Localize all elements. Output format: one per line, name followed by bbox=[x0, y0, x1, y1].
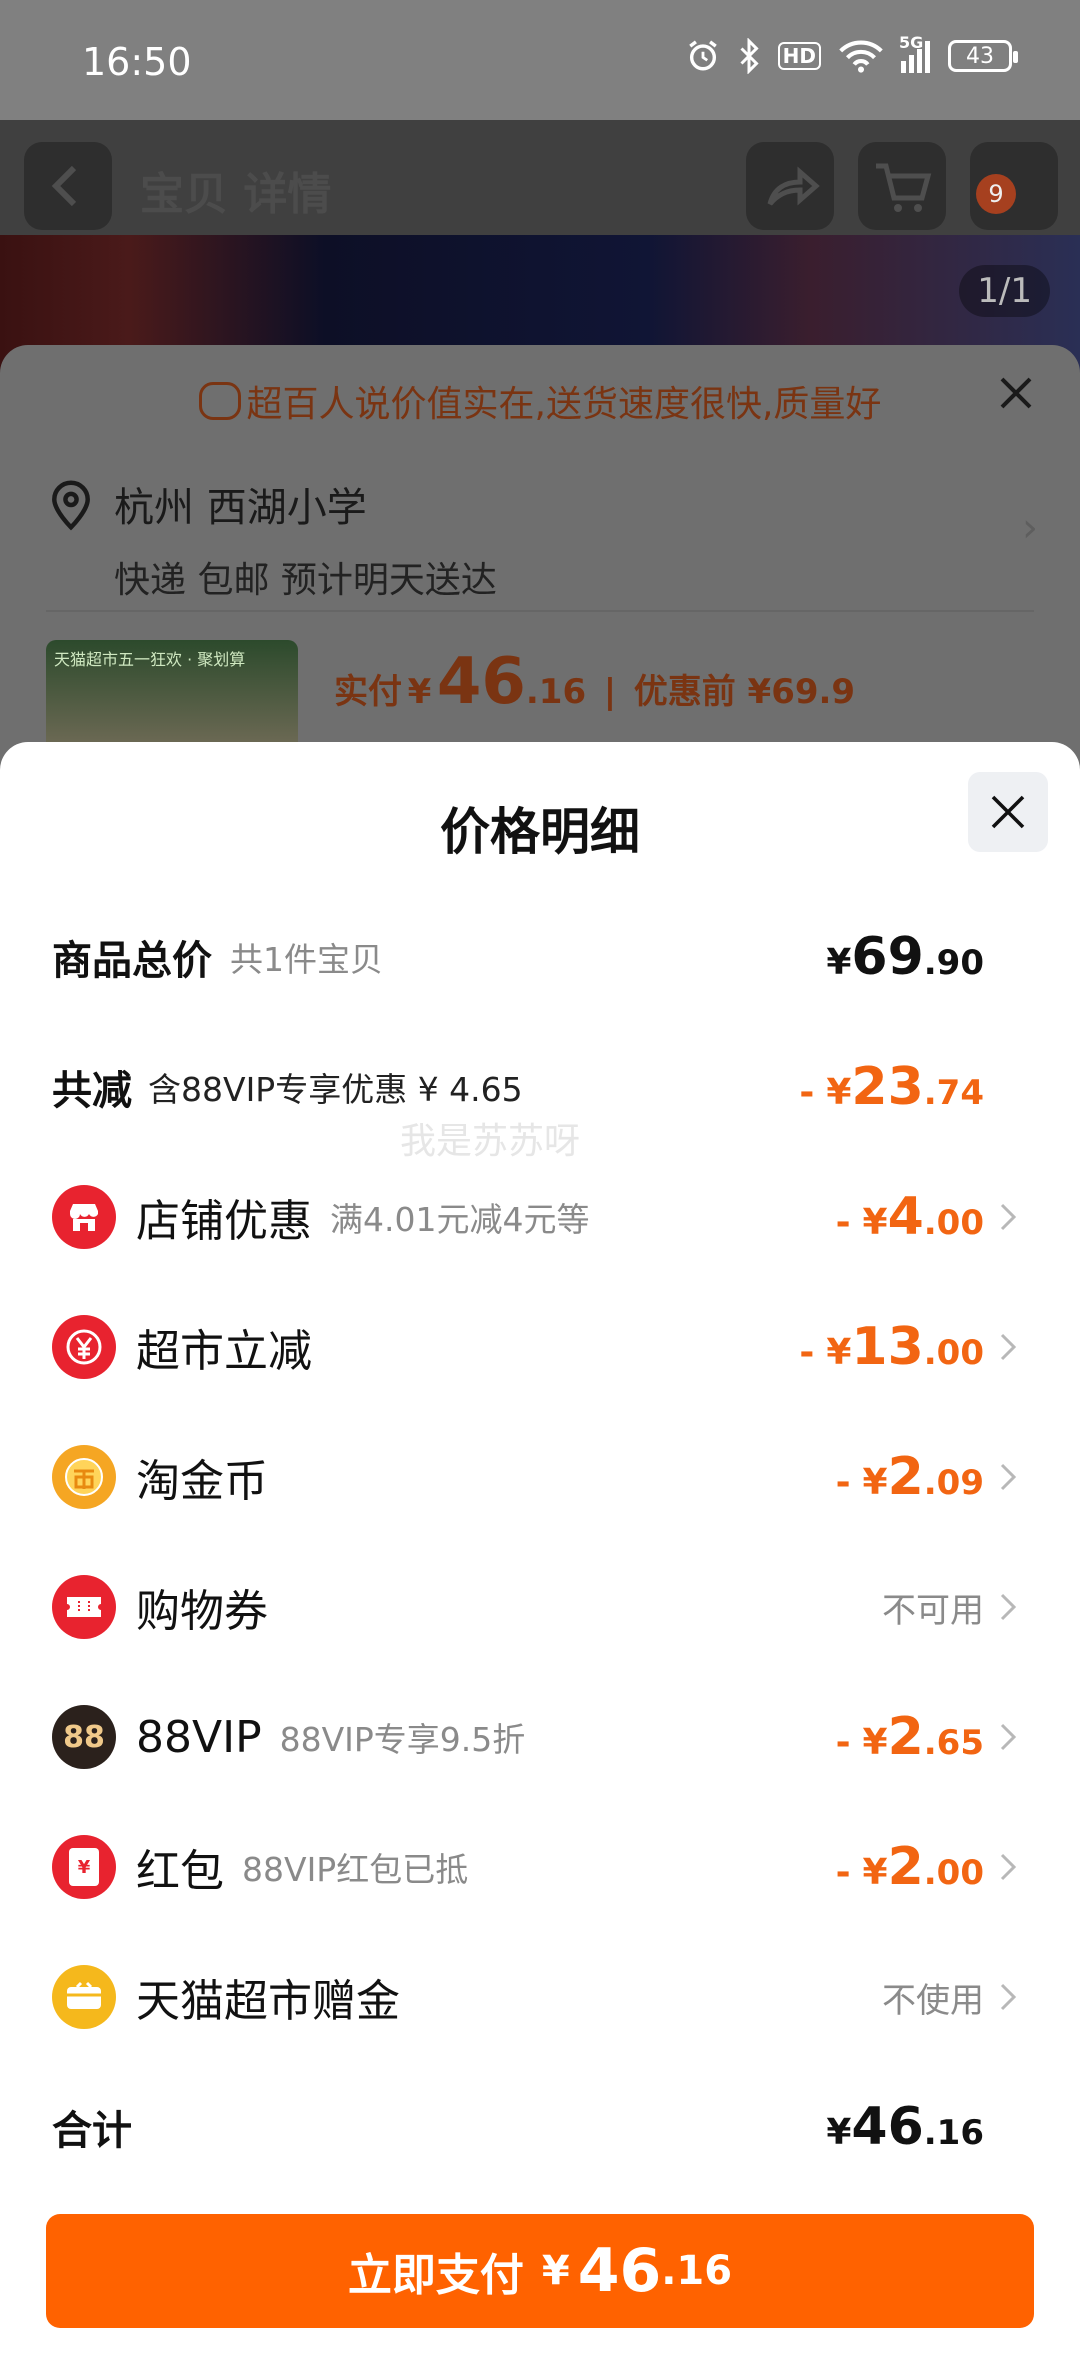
address-line: 杭州 西湖小学 bbox=[114, 485, 367, 531]
chevron-right-icon bbox=[1000, 1853, 1017, 1881]
row-sum: 合计 ¥46.16 bbox=[0, 2082, 1080, 2172]
back-button[interactable] bbox=[24, 142, 112, 230]
background-price: 实付 ¥ 46.16 | 优惠前 ¥69.9 bbox=[334, 645, 856, 719]
image-pager: 1/1 bbox=[959, 265, 1050, 317]
shopping-voucher-status: 不可用 bbox=[882, 1590, 984, 1631]
price-detail-sheet: 价格明细 我是苏苏呀 商品总价 共1件宝贝 ¥69.90 共减 含88VIP专享… bbox=[0, 742, 1080, 2376]
total-goods-amount: ¥69.90 bbox=[826, 927, 984, 987]
row-red-packet[interactable]: ¥ 红包 88VIP红包已抵 - ¥2.00 bbox=[0, 1822, 1080, 1912]
row-88vip[interactable]: 88 88VIP 88VIP专享9.5折 - ¥2.65 bbox=[0, 1692, 1080, 1782]
shop-discount-amount: - ¥4.00 bbox=[835, 1187, 984, 1247]
total-reduce-amount: - ¥23.74 bbox=[799, 1057, 984, 1117]
yuan-coupon-icon bbox=[52, 1315, 116, 1379]
market-discount-amount: - ¥13.00 bbox=[799, 1317, 984, 1377]
cart-badge: 9 bbox=[976, 174, 1016, 214]
tip-close-icon[interactable] bbox=[996, 373, 1036, 413]
before-discount: 优惠前 ¥69.9 bbox=[633, 672, 856, 712]
review-tip-text: 超百人说价值实在,送货速度很快,质量好 bbox=[246, 384, 882, 425]
status-bar: 16:50 HD 5G 43 bbox=[0, 0, 1080, 120]
pay-now-button[interactable]: 立即支付 ¥ 46 .16 bbox=[46, 2214, 1034, 2328]
pay-now-dec: .16 bbox=[661, 2248, 733, 2294]
ticket-icon bbox=[52, 1575, 116, 1639]
alarm-icon bbox=[688, 40, 717, 71]
chevron-right-icon bbox=[1000, 1203, 1017, 1231]
gold-coin-amount: - ¥2.09 bbox=[835, 1447, 984, 1507]
network-type: 5G bbox=[899, 33, 924, 52]
hd-icon: HD bbox=[777, 42, 821, 70]
chevron-right-icon bbox=[1000, 1333, 1017, 1361]
red-packet-note: 88VIP红包已抵 bbox=[242, 1850, 469, 1889]
paid-symbol: ¥ bbox=[407, 672, 432, 712]
shop-discount-label: 店铺优惠 bbox=[136, 1196, 312, 1247]
paid-dec: .16 bbox=[525, 672, 587, 712]
battery-icon: 43 bbox=[948, 40, 1018, 72]
red-packet-label: 红包 bbox=[136, 1846, 224, 1897]
share-icon bbox=[767, 166, 820, 206]
total-goods-count: 共1件宝贝 bbox=[230, 940, 383, 979]
total-reduce-label: 共减 bbox=[52, 1068, 132, 1114]
chevron-right-icon bbox=[1000, 1983, 1017, 2011]
close-icon bbox=[991, 795, 1025, 829]
88vip-icon: 88 bbox=[52, 1705, 116, 1769]
shop-icon bbox=[52, 1185, 116, 1249]
chevron-right-icon bbox=[1000, 1723, 1017, 1751]
sheet-close-button[interactable] bbox=[968, 772, 1048, 852]
pay-now-label: 立即支付 bbox=[347, 2250, 524, 2301]
sum-label: 合计 bbox=[52, 2108, 132, 2154]
cart-icon bbox=[876, 163, 932, 212]
pay-now-int: 46 bbox=[577, 2236, 662, 2306]
share-button[interactable] bbox=[746, 142, 834, 230]
status-time: 16:50 bbox=[82, 40, 192, 84]
more-button[interactable]: 9 bbox=[970, 142, 1058, 230]
delivery-line: 快递 包邮 预计明天送达 bbox=[114, 560, 497, 601]
gift-card-icon bbox=[52, 1965, 116, 2029]
red-packet-icon: ¥ bbox=[52, 1835, 116, 1899]
row-shopping-voucher[interactable]: 购物券 不可用 bbox=[0, 1562, 1080, 1652]
chevron-right-icon bbox=[1000, 1463, 1017, 1491]
row-tmall-gift[interactable]: 天猫超市赠金 不使用 bbox=[0, 1952, 1080, 2042]
paid-label: 实付 bbox=[334, 672, 402, 712]
location-pin-icon bbox=[52, 480, 90, 531]
tmall-gift-status: 不使用 bbox=[882, 1980, 984, 2021]
gold-coin-icon bbox=[52, 1445, 116, 1509]
88vip-amount: - ¥2.65 bbox=[835, 1707, 984, 1767]
paid-int: 46 bbox=[436, 645, 526, 719]
pay-now-symbol: ¥ bbox=[541, 2248, 570, 2294]
sum-amount: ¥46.16 bbox=[826, 2097, 984, 2157]
wifi-icon bbox=[839, 40, 883, 73]
row-shop-discount[interactable]: 店铺优惠 满4.01元减4元等 - ¥4.00 bbox=[0, 1172, 1080, 1262]
background-header: 宝贝 详情 9 bbox=[0, 120, 1080, 235]
gold-coin-label: 淘金币 bbox=[136, 1456, 268, 1507]
total-goods-label: 商品总价 bbox=[52, 938, 212, 984]
red-packet-amount: - ¥2.00 bbox=[835, 1837, 984, 1897]
address-block[interactable]: 杭州 西湖小学 快递 包邮 预计明天送达 bbox=[48, 475, 497, 603]
shopping-voucher-label: 购物券 bbox=[136, 1586, 268, 1637]
row-total-reduce: 共减 含88VIP专享优惠 ¥ 4.65 - ¥23.74 bbox=[0, 1042, 1080, 1132]
row-gold-coin[interactable]: 淘金币 - ¥2.09 bbox=[0, 1432, 1080, 1522]
thumbnail-tag: 天猫超市五一狂欢 · 聚划算 bbox=[54, 650, 246, 669]
88vip-note: 88VIP专享9.5折 bbox=[279, 1720, 526, 1759]
row-market-discount[interactable]: 超市立减 - ¥13.00 bbox=[0, 1302, 1080, 1392]
status-icons: HD 5G 43 bbox=[686, 33, 1018, 74]
88vip-label: 88VIP bbox=[136, 1711, 262, 1763]
back-arrow-icon bbox=[51, 165, 77, 207]
chevron-right-icon bbox=[1000, 1593, 1017, 1621]
cart-button[interactable] bbox=[858, 142, 946, 230]
battery-level: 43 bbox=[966, 43, 994, 69]
review-tip-banner: 超百人说价值实在,送货速度很快,质量好 bbox=[0, 375, 1080, 427]
bluetooth-icon bbox=[740, 38, 759, 74]
signal-icon: 5G bbox=[899, 33, 930, 73]
chat-bubble-icon bbox=[198, 382, 241, 420]
row-total-goods: 商品总价 共1件宝贝 ¥69.90 bbox=[0, 912, 1080, 1002]
tmall-gift-label: 天猫超市赠金 bbox=[136, 1976, 400, 2027]
address-chevron-icon: › bbox=[1022, 505, 1038, 551]
sheet-title: 价格明细 bbox=[440, 803, 640, 861]
total-reduce-note: 含88VIP专享优惠 ¥ 4.65 bbox=[148, 1070, 523, 1109]
shop-discount-note: 满4.01元减4元等 bbox=[330, 1200, 590, 1239]
divider bbox=[46, 610, 1034, 612]
background-title: 宝贝 详情 bbox=[140, 169, 332, 220]
market-discount-label: 超市立减 bbox=[136, 1326, 312, 1377]
